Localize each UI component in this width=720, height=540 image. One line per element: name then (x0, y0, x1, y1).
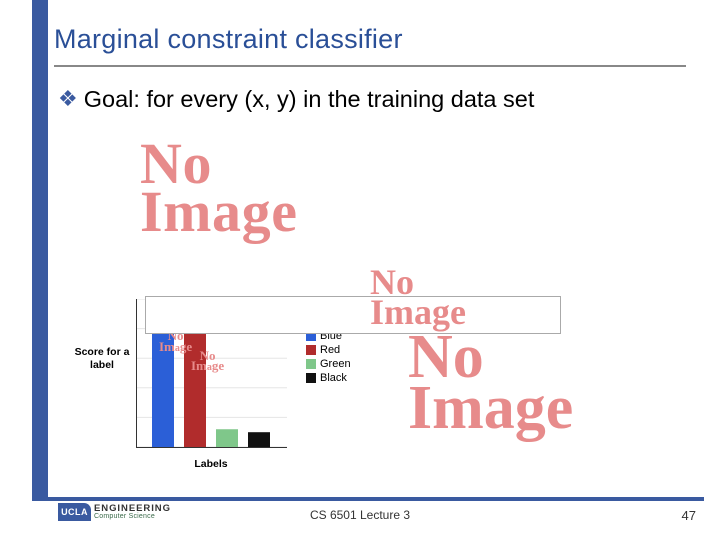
legend-label: Black (320, 372, 347, 384)
footer-center: CS 6501 Lecture 3 (0, 508, 720, 522)
title-underline (54, 65, 686, 67)
slide-title: Marginal constraint classifier (54, 24, 674, 55)
legend-label: Green (320, 358, 351, 370)
bullet-text: Goal: for every (x, y) in the training d… (84, 84, 535, 114)
legend-item: Black (306, 372, 364, 384)
left-accent-bar (32, 0, 48, 498)
no-image-placeholder-large-bottom: No Image (408, 332, 573, 434)
bottom-accent-bar (32, 497, 704, 501)
placeholder-line: Image (408, 383, 573, 434)
bullet-body: for every (x, y) in the training data se… (146, 86, 534, 112)
y-axis-label: Score for a label (74, 346, 130, 371)
footer-page-number: 47 (682, 508, 696, 523)
legend-swatch (306, 373, 316, 383)
slide-root: Marginal constraint classifier ❖ Goal: f… (0, 0, 720, 540)
legend-item: Red (306, 344, 364, 356)
bar-placeholder-icon: NoImage (159, 331, 192, 352)
x-axis-label: Labels (136, 458, 286, 470)
legend-swatch (306, 345, 316, 355)
bullet-diamond-icon: ❖ (58, 84, 78, 114)
legend: BlueRedGreenBlack (306, 328, 364, 386)
placeholder-line: Image (140, 188, 298, 236)
legend-label: Red (320, 344, 340, 356)
bullet-item: ❖ Goal: for every (x, y) in the training… (58, 84, 534, 114)
footer: UCLA ENGINEERING Computer Science CS 650… (0, 506, 720, 536)
bar-placeholder-icon: NoImage (191, 351, 224, 372)
legend-item: Green (306, 358, 364, 370)
no-image-placeholder-small: No Image (370, 268, 466, 327)
bullet-prefix: Goal: (84, 86, 147, 112)
legend-swatch (306, 359, 316, 369)
white-overlay-box (145, 296, 561, 334)
no-image-placeholder-large-top: No Image (140, 140, 298, 235)
